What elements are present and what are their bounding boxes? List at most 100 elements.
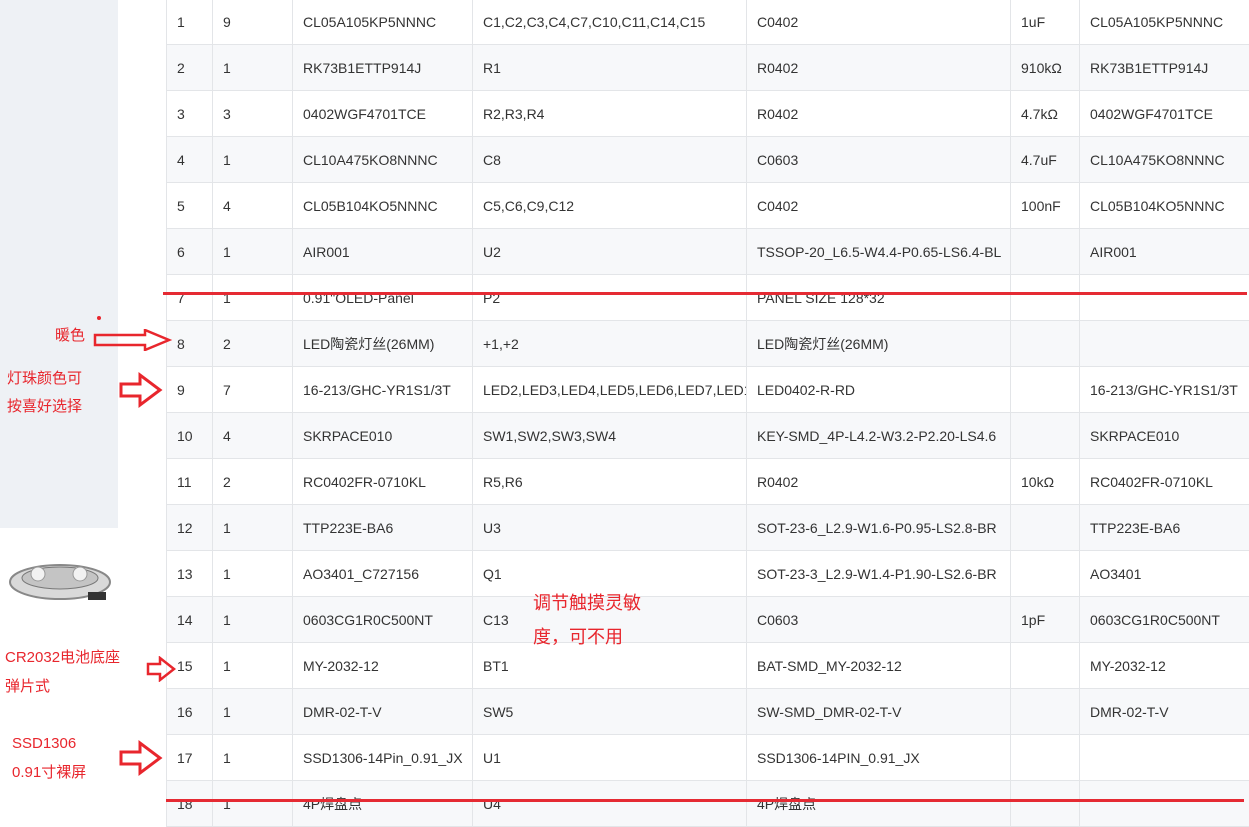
cell-qty: 1 [213, 229, 293, 275]
battery-holder-image [6, 548, 114, 614]
bom-table: 19CL05A105KP5NNNCC1,C2,C3,C4,C7,C10,C11,… [166, 0, 1249, 827]
cell-mpn: DMR-02-T-V [1080, 689, 1249, 735]
cell-footprint: LED陶瓷灯丝(26MM) [747, 321, 1011, 367]
cell-id: 14 [167, 597, 213, 643]
cell-id: 12 [167, 505, 213, 551]
annotation-oled-line2: 0.91寸裸屏 [12, 760, 86, 786]
bom-table-body: 19CL05A105KP5NNNCC1,C2,C3,C4,C7,C10,C11,… [167, 0, 1249, 827]
cell-mpn: CL05B104KO5NNNC [1080, 183, 1249, 229]
cell-value: 4.7kΩ [1011, 91, 1080, 137]
cell-qty: 1 [213, 505, 293, 551]
cell-comment: CL10A475KO8NNNC [293, 137, 473, 183]
annotation-led-color-line2: 按喜好选择 [7, 394, 82, 420]
table-row: 112RC0402FR-0710KLR5,R6R040210kΩRC0402FR… [167, 459, 1249, 505]
annotation-warm-color: 暖色 [55, 323, 85, 349]
table-row: 710.91"OLED-PanelP2PANEL SIZE 128*32 [167, 275, 1249, 321]
cell-footprint: SOT-23-6_L2.9-W1.6-P0.95-LS2.8-BR [747, 505, 1011, 551]
cell-qty: 1 [213, 643, 293, 689]
cell-mpn: CL10A475KO8NNNC [1080, 137, 1249, 183]
cell-footprint: LED0402-R-RD [747, 367, 1011, 413]
cell-mpn: RC0402FR-0710KL [1080, 459, 1249, 505]
annotation-touch-line2: 度，可不用 [533, 620, 623, 654]
table-row: 19CL05A105KP5NNNCC1,C2,C3,C4,C7,C10,C11,… [167, 0, 1249, 45]
cell-mpn: AO3401 [1080, 551, 1249, 597]
cell-mpn: RK73B1ETTP914J [1080, 45, 1249, 91]
table-row: 161DMR-02-T-VSW5SW-SMD_DMR-02-T-VDMR-02-… [167, 689, 1249, 735]
cell-footprint: R0402 [747, 45, 1011, 91]
cell-mpn [1080, 735, 1249, 781]
strike-line-row-7 [163, 292, 1247, 295]
cell-designator: R1 [473, 45, 747, 91]
cell-footprint: C0402 [747, 0, 1011, 45]
annotation-battery-line2: 弹片式 [5, 674, 50, 700]
cell-designator: LED2,LED3,LED4,LED5,LED6,LED7,LED1 [473, 367, 747, 413]
cell-id: 9 [167, 367, 213, 413]
cell-comment: LED陶瓷灯丝(26MM) [293, 321, 473, 367]
cell-mpn: SKRPACE010 [1080, 413, 1249, 459]
cell-value [1011, 275, 1080, 321]
cell-id: 2 [167, 45, 213, 91]
cell-id: 1 [167, 0, 213, 45]
cell-value [1011, 321, 1080, 367]
cell-value: 100nF [1011, 183, 1080, 229]
cell-value: 1uF [1011, 0, 1080, 45]
cell-footprint: C0603 [747, 597, 1011, 643]
annotation-oled-line1: SSD1306 [12, 731, 76, 757]
cell-footprint: SOT-23-3_L2.9-W1.4-P1.90-LS2.6-BR [747, 551, 1011, 597]
cell-footprint: R0402 [747, 91, 1011, 137]
cell-value [1011, 367, 1080, 413]
table-row: 131AO3401_C727156Q1SOT-23-3_L2.9-W1.4-P1… [167, 551, 1249, 597]
cell-qty: 2 [213, 459, 293, 505]
cell-value [1011, 229, 1080, 275]
cell-qty: 1 [213, 597, 293, 643]
cell-mpn: 0603CG1R0C500NT [1080, 597, 1249, 643]
annotation-battery-line1: CR2032电池底座 [5, 645, 120, 671]
cell-designator: U3 [473, 505, 747, 551]
cell-designator: C1,C2,C3,C4,C7,C10,C11,C14,C15 [473, 0, 747, 45]
cell-value [1011, 505, 1080, 551]
arrow-to-row-17-icon [118, 740, 164, 776]
table-row: 330402WGF4701TCER2,R3,R4R04024.7kΩ0402WG… [167, 91, 1249, 137]
cell-comment: AO3401_C727156 [293, 551, 473, 597]
cell-value [1011, 551, 1080, 597]
cell-designator: +1,+2 [473, 321, 747, 367]
cell-designator: P2 [473, 275, 747, 321]
cell-comment: SKRPACE010 [293, 413, 473, 459]
arrow-to-row-15-icon [146, 656, 178, 682]
cell-designator: C5,C6,C9,C12 [473, 183, 747, 229]
cell-qty: 1 [213, 689, 293, 735]
cell-id: 8 [167, 321, 213, 367]
cell-footprint: TSSOP-20_L6.5-W4.4-P0.65-LS6.4-BL [747, 229, 1011, 275]
table-row: 9716-213/GHC-YR1S1/3TLED2,LED3,LED4,LED5… [167, 367, 1249, 413]
annotation-touch-line1: 调节触摸灵敏 [533, 586, 641, 620]
cell-comment: CL05A105KP5NNNC [293, 0, 473, 45]
cell-mpn: CL05A105KP5NNNC [1080, 0, 1249, 45]
cell-comment: 0.91"OLED-Panel [293, 275, 473, 321]
cell-id: 6 [167, 229, 213, 275]
cell-mpn [1080, 275, 1249, 321]
cell-value [1011, 413, 1080, 459]
cell-designator: C8 [473, 137, 747, 183]
cell-designator: SW1,SW2,SW3,SW4 [473, 413, 747, 459]
cell-qty: 1 [213, 45, 293, 91]
cell-id: 4 [167, 137, 213, 183]
table-row: 21RK73B1ETTP914JR1R0402910kΩRK73B1ETTP91… [167, 45, 1249, 91]
cell-designator: SW5 [473, 689, 747, 735]
cell-qty: 1 [213, 137, 293, 183]
cell-value [1011, 689, 1080, 735]
cell-id: 5 [167, 183, 213, 229]
cell-mpn: TTP223E-BA6 [1080, 505, 1249, 551]
table-row: 54CL05B104KO5NNNCC5,C6,C9,C12C0402100nFC… [167, 183, 1249, 229]
cell-id: 13 [167, 551, 213, 597]
cell-comment: 16-213/GHC-YR1S1/3T [293, 367, 473, 413]
cell-comment: 0603CG1R0C500NT [293, 597, 473, 643]
cell-qty: 4 [213, 183, 293, 229]
table-row: 82LED陶瓷灯丝(26MM)+1,+2LED陶瓷灯丝(26MM) [167, 321, 1249, 367]
cell-value: 1pF [1011, 597, 1080, 643]
cell-value: 10kΩ [1011, 459, 1080, 505]
arrow-to-row-9-icon [118, 372, 164, 408]
annotation-led-color-line1: 灯珠颜色可 [7, 366, 82, 392]
cell-qty: 1 [213, 735, 293, 781]
cell-designator: R5,R6 [473, 459, 747, 505]
table-row: 104SKRPACE010SW1,SW2,SW3,SW4KEY-SMD_4P-L… [167, 413, 1249, 459]
